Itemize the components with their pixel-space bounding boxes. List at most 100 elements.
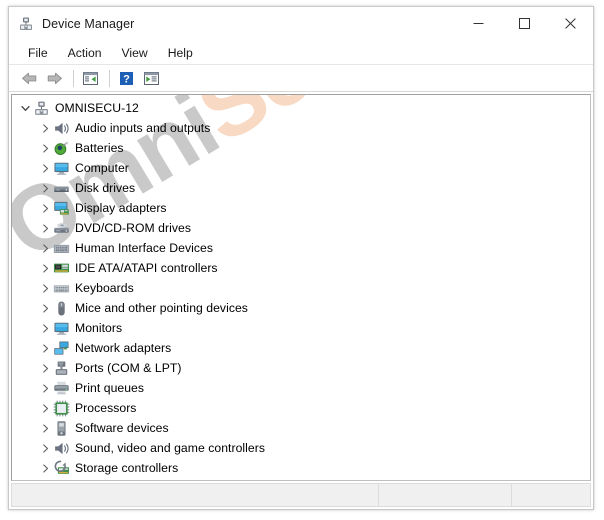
tree-item-ide-ata-atapi-controllers[interactable]: IDE ATA/ATAPI controllers [12,258,590,278]
network-adapter-icon [53,340,70,357]
chevron-down-icon[interactable] [17,98,33,118]
chevron-right-icon[interactable] [37,198,53,218]
tree-item-dvd-cd-rom-drives[interactable]: DVD/CD-ROM drives [12,218,590,238]
chevron-right-icon[interactable] [37,278,53,298]
device-tree-panel: OmniSecu.com [11,94,591,481]
chevron-right-icon[interactable] [37,258,53,278]
storage-controller-icon [53,460,70,477]
toolbar-separator-1 [73,69,74,87]
port-connector-icon [53,360,70,377]
speaker-icon [53,440,70,457]
tree-item-ports-com-and-lpt[interactable]: Ports (COM & LPT) [12,358,590,378]
tree-item-monitors[interactable]: Monitors [12,318,590,338]
tree-item-label: Keyboards [75,281,134,295]
tree-item-audio-inputs-and-outputs[interactable]: Audio inputs and outputs [12,118,590,138]
hid-keyboard-icon [53,240,70,257]
chevron-right-icon[interactable] [37,338,53,358]
tree-item-computer[interactable]: Computer [12,158,590,178]
forward-button[interactable] [43,67,66,89]
close-button[interactable] [547,7,593,40]
chevron-right-icon[interactable] [37,418,53,438]
tree-item-label: Disk drives [75,181,136,195]
optical-drive-icon [53,220,70,237]
chevron-right-icon[interactable] [37,358,53,378]
tree-item-label: Sound, video and game controllers [75,441,265,455]
tree-item-system-devices[interactable]: System devices [12,478,590,480]
back-arrow-icon [22,72,37,84]
title-bar: Device Manager [9,7,593,41]
tree-item-processors[interactable]: Processors [12,398,590,418]
tree-item-label: Monitors [75,321,123,335]
printer-icon [53,380,70,397]
monitor-icon [53,320,70,337]
tree-item-label: DVD/CD-ROM drives [75,221,191,235]
tree-root-node[interactable]: OMNISECU-12 [12,98,590,118]
console-tree-icon [83,71,98,85]
chevron-right-icon[interactable] [37,238,53,258]
tree-item-label: Audio inputs and outputs [75,121,211,135]
tree-item-disk-drives[interactable]: Disk drives [12,178,590,198]
chevron-right-icon[interactable] [37,158,53,178]
tree-item-label: Processors [75,401,137,415]
software-device-icon [53,420,70,437]
speaker-icon [53,120,70,137]
display-adapter-icon [53,200,70,217]
toolbar: ? [9,65,593,92]
tree-root-label: OMNISECU-12 [55,101,139,115]
chevron-right-icon[interactable] [37,398,53,418]
chevron-right-icon[interactable] [37,478,53,480]
battery-icon [53,140,70,157]
tree-item-batteries[interactable]: Batteries [12,138,590,158]
tree-item-mice-and-other-pointing-devices[interactable]: Mice and other pointing devices [12,298,590,318]
menu-item-help[interactable]: Help [159,44,202,62]
tree-item-label: Batteries [75,141,124,155]
minimize-icon [473,23,483,24]
chevron-right-icon[interactable] [37,318,53,338]
menu-item-file[interactable]: File [19,44,57,62]
tree-item-label: Computer [75,161,129,175]
cpu-chip-icon [53,400,70,417]
help-button[interactable]: ? [115,67,138,89]
chevron-right-icon[interactable] [37,118,53,138]
forward-arrow-icon [47,72,62,84]
maximize-button[interactable] [501,7,547,40]
minimize-button[interactable] [455,7,501,40]
device-manager-window: Device Manager File Action View Help ? O… [8,6,594,510]
chevron-right-icon[interactable] [37,458,53,478]
chevron-right-icon[interactable] [37,178,53,198]
tree-item-software-devices[interactable]: Software devices [12,418,590,438]
device-tree[interactable]: OMNISECU-12 Audio inputs and outputs Bat… [12,95,590,480]
tree-item-label: Storage controllers [75,461,179,475]
computer-node-icon [33,100,50,117]
menu-item-view[interactable]: View [113,44,157,62]
back-button[interactable] [18,67,41,89]
properties-panel-icon [144,71,159,85]
question-mark-icon: ? [120,71,133,85]
tree-item-human-interface-devices[interactable]: Human Interface Devices [12,238,590,258]
show-hide-console-tree-button[interactable] [79,67,102,89]
status-bar [11,483,591,507]
chevron-right-icon[interactable] [37,298,53,318]
chevron-right-icon[interactable] [37,438,53,458]
chevron-right-icon[interactable] [37,378,53,398]
properties-button[interactable] [140,67,163,89]
keyboard-icon [53,280,70,297]
disk-drive-icon [53,180,70,197]
tree-item-label: IDE ATA/ATAPI controllers [75,261,218,275]
tree-item-keyboards[interactable]: Keyboards [12,278,590,298]
chevron-right-icon[interactable] [37,218,53,238]
chevron-right-icon[interactable] [37,138,53,158]
svg-text:?: ? [123,73,130,85]
window-title: Device Manager [42,16,135,31]
tree-item-storage-controllers[interactable]: Storage controllers [12,458,590,478]
menu-bar: File Action View Help [9,41,593,65]
toolbar-separator-2 [109,69,110,87]
tree-item-network-adapters[interactable]: Network adapters [12,338,590,358]
tree-item-label: Ports (COM & LPT) [75,361,182,375]
device-manager-icon [18,16,34,32]
tree-item-print-queues[interactable]: Print queues [12,378,590,398]
tree-item-label: Mice and other pointing devices [75,301,248,315]
tree-item-display-adapters[interactable]: Display adapters [12,198,590,218]
menu-item-action[interactable]: Action [59,44,111,62]
tree-item-sound-video-and-game-controllers[interactable]: Sound, video and game controllers [12,438,590,458]
